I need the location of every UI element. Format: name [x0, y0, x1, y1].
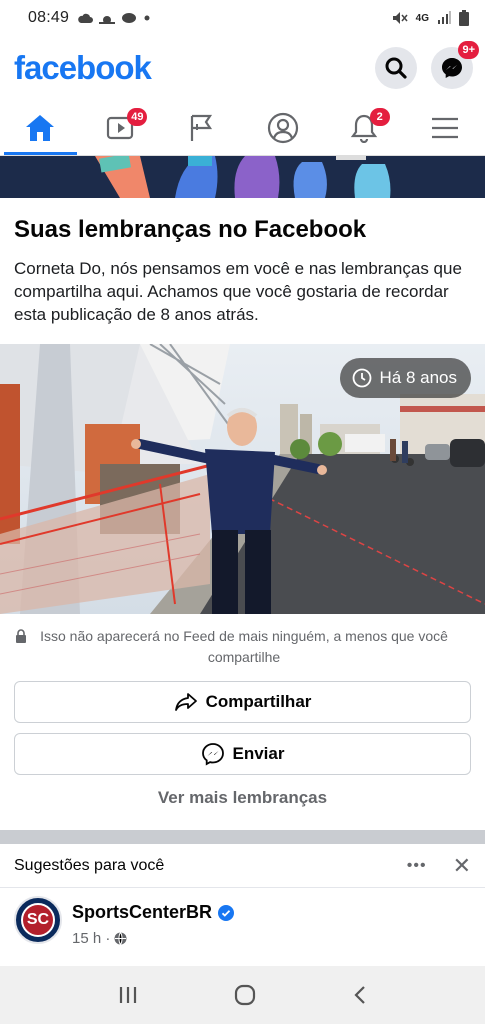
share-icon: [174, 693, 197, 711]
home-circle-icon[interactable]: [234, 984, 256, 1006]
globe-icon: [114, 932, 127, 945]
memories-title: Suas lembranças no Facebook: [14, 216, 367, 243]
status-notification-icons: [77, 12, 151, 24]
avatar-logo-text: SC: [21, 903, 55, 937]
privacy-note: Isso não aparecerá no Feed de mais ningu…: [14, 626, 474, 668]
close-button[interactable]: ✕: [453, 853, 471, 879]
messenger-badge: 9+: [458, 41, 479, 59]
post-header: SC SportsCenterBR 15 h ·: [14, 896, 474, 956]
signal-icon: [438, 11, 451, 24]
status-bar: 08:49 4G: [0, 0, 485, 36]
memories-description: Corneta Do, nós pensamos em você e nas l…: [14, 259, 462, 324]
weather-icon: [122, 13, 137, 23]
network-type: 4G: [415, 12, 429, 24]
privacy-note-text: Isso não aparecerá no Feed de mais ningu…: [40, 628, 448, 665]
tab-bar: 49 2: [0, 100, 485, 156]
memories-banner-illustration: [0, 156, 485, 198]
search-icon: [385, 57, 407, 79]
suggestions-title: Sugestões para você: [14, 856, 165, 874]
search-button[interactable]: [375, 47, 417, 89]
tab-home[interactable]: [0, 100, 81, 155]
send-button[interactable]: Enviar: [14, 733, 471, 775]
page-avatar[interactable]: SC: [14, 896, 62, 944]
share-button[interactable]: Compartilhar: [14, 681, 471, 723]
recent-apps-icon[interactable]: [118, 986, 138, 1004]
time-ago-badge: Há 8 anos: [339, 358, 471, 398]
messenger-button[interactable]: 9+: [431, 41, 479, 89]
home-icon: [26, 114, 55, 141]
system-navigation-bar: [0, 966, 485, 1024]
time-ago-text: Há 8 anos: [379, 368, 458, 387]
status-time: 08:49: [28, 9, 70, 26]
send-label: Enviar: [232, 744, 285, 763]
clock-icon: [352, 368, 371, 388]
menu-icon: [431, 117, 458, 138]
flag-icon: [190, 114, 213, 141]
feed-divider: [0, 830, 485, 844]
messenger-icon: [442, 58, 462, 78]
status-right: 4G: [392, 10, 469, 26]
app-header: facebook 9+: [0, 38, 485, 98]
verified-badge-icon: [218, 904, 235, 921]
tab-profile[interactable]: [242, 100, 323, 155]
share-label: Compartilhar: [205, 692, 312, 711]
see-more-memories-link[interactable]: Ver mais lembranças: [0, 788, 485, 808]
lock-icon: [16, 629, 26, 643]
page-name[interactable]: SportsCenterBR: [72, 902, 212, 923]
video-badge: 49: [127, 108, 148, 126]
memory-photo[interactable]: Há 8 anos: [0, 344, 485, 614]
suggestions-header: Sugestões para você ••• ✕: [0, 844, 485, 888]
tab-menu[interactable]: [404, 100, 485, 155]
facebook-logo[interactable]: facebook: [14, 49, 152, 87]
battery-icon: [459, 10, 469, 26]
dot-icon: [144, 15, 150, 21]
post-time: 15 h ·: [72, 930, 111, 947]
notifications-badge: 2: [369, 108, 390, 126]
mute-icon: [392, 12, 408, 24]
profile-icon: [267, 112, 298, 143]
more-options-button[interactable]: •••: [407, 857, 427, 875]
cloud-icon: [78, 13, 94, 23]
tab-video[interactable]: 49: [81, 100, 162, 155]
back-icon[interactable]: [353, 985, 367, 1005]
tab-pages[interactable]: [162, 100, 243, 155]
tab-notifications[interactable]: 2: [323, 100, 404, 155]
sunrise-icon: [99, 16, 116, 24]
messenger-icon: [201, 743, 224, 766]
